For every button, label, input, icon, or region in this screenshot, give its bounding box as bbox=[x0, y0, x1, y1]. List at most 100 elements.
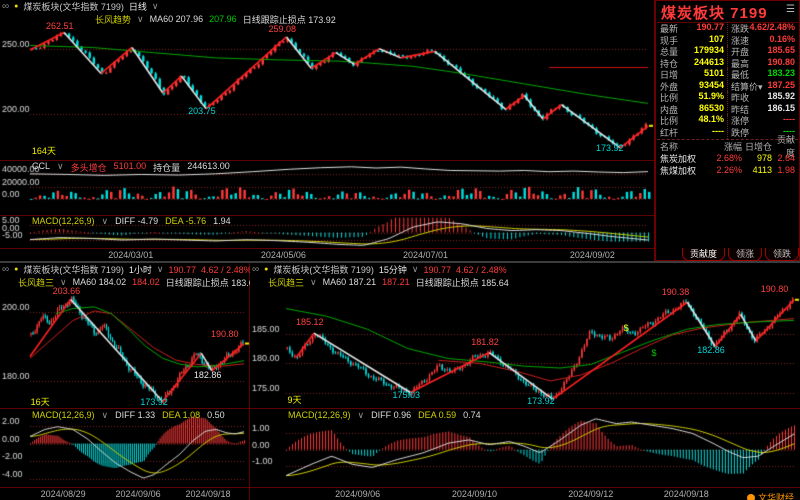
indicator-item[interactable]: 日线跟踪止损点 183.62 bbox=[166, 276, 259, 289]
price-annotation: 175.03 bbox=[392, 390, 420, 400]
indicator-item[interactable]: MA60 184.02 bbox=[73, 277, 127, 287]
table-row[interactable]: 焦炭加权2.68%9782.64 bbox=[657, 152, 798, 164]
hourly-x-axis: 2024/08/292024/09/062024/09/18 bbox=[0, 487, 249, 499]
price-annotation: 181.82 bbox=[471, 337, 499, 347]
x-tick-label: 2024/07/01 bbox=[396, 250, 456, 260]
macd-header-item[interactable]: DIFF 1.33 bbox=[115, 410, 155, 421]
macd-header-item[interactable]: MACD(12,26,9) bbox=[32, 216, 95, 227]
ccl-header-item[interactable]: 持仓量 bbox=[153, 161, 180, 174]
quote-tab[interactable]: 领跌 bbox=[765, 248, 799, 261]
daily-ccl-header[interactable]: CCL ∨ 多头增仓 5101.00 持仓量 244613.00 bbox=[32, 161, 230, 174]
table-row[interactable]: 焦煤加权2.26%41131.98 bbox=[657, 164, 798, 176]
indicator-item[interactable]: ∨ bbox=[137, 14, 144, 25]
macd-header-item[interactable]: ∨ bbox=[102, 410, 109, 421]
ccl-header-item[interactable]: 244613.00 bbox=[187, 161, 230, 174]
menu-icon[interactable]: ☰ bbox=[786, 4, 795, 15]
vendor-logo-icon bbox=[747, 494, 755, 500]
header-item[interactable]: 190.77 bbox=[169, 265, 197, 275]
quote-tab[interactable]: 领涨 bbox=[728, 248, 762, 261]
m15-indicator-row[interactable]: 长风趋三 ∨ MA60 187.21 187.21 日线跟踪止损点 185.64 bbox=[268, 276, 509, 288]
table-header-row: 名称涨幅日增仓贡献度 bbox=[657, 140, 798, 152]
macd-header-item[interactable]: DIFF -4.79 bbox=[115, 216, 158, 227]
indicator-item[interactable]: 长风趋三 bbox=[18, 276, 54, 289]
daily-indicator-row[interactable]: 长风趋势∨MA60 207.96207.96日线跟踪止损点 173.92 bbox=[95, 13, 336, 25]
daily-price-canvas[interactable] bbox=[0, 26, 654, 160]
x-tick-label: 2024/09/02 bbox=[562, 250, 622, 260]
price-annotation: 259.08 bbox=[268, 24, 296, 34]
change-pct: 2.68% bbox=[708, 153, 742, 163]
macd-header-item[interactable]: 0.74 bbox=[463, 410, 481, 421]
macd-header-item[interactable]: DEA -5.76 bbox=[165, 216, 206, 227]
indicator-item[interactable]: 187.21 bbox=[382, 277, 410, 287]
x-tick-label: 2024/09/06 bbox=[328, 489, 388, 499]
m15-chart-header: ∞ ● 煤炭板块(文华指数 7199) 15分钟 ∨ 190.77 4.62 / 2.4… bbox=[252, 263, 507, 276]
contribution: 1.98 bbox=[772, 165, 795, 175]
header-item[interactable]: 煤炭板块(文华指数 7199) bbox=[23, 0, 124, 13]
indicator-item[interactable]: MA60 207.96 bbox=[150, 14, 204, 24]
link-icon[interactable]: ∞ bbox=[2, 264, 9, 275]
indicator-item[interactable]: 207.96 bbox=[209, 14, 237, 24]
oi-increase: 4113 bbox=[742, 165, 772, 175]
instrument-dot-icon: ● bbox=[14, 3, 18, 10]
indicator-item[interactable]: 184.02 bbox=[132, 277, 160, 287]
header-item[interactable]: 15分钟 bbox=[379, 263, 407, 276]
macd-header-item[interactable]: DIFF 0.96 bbox=[371, 410, 411, 421]
change-pct: 2.26% bbox=[708, 165, 742, 175]
indicator-item[interactable]: 日线跟踪止损点 185.64 bbox=[416, 276, 509, 289]
macd-header-item[interactable]: MACD(12,26,9) bbox=[288, 410, 351, 421]
header-item[interactable]: 190.77 bbox=[424, 265, 452, 275]
quote-label: 跌停 bbox=[731, 126, 749, 139]
macd-header-item[interactable]: 0.50 bbox=[207, 410, 225, 421]
instrument-dot-icon: ● bbox=[264, 266, 268, 273]
indicator-item[interactable]: ∨ bbox=[310, 277, 317, 288]
macd-header-item[interactable]: ∨ bbox=[358, 410, 365, 421]
header-item[interactable]: 煤炭板块(文华指数 7199) bbox=[273, 263, 374, 276]
trading-app-window: ∞ ● 煤炭板块(文华指数 7199)日线∨ 长风趋势∨MA60 207.962… bbox=[0, 0, 800, 500]
x-tick-label: 2024/09/10 bbox=[444, 489, 504, 499]
daily-macd-header[interactable]: MACD(12,26,9) ∨ DIFF -4.79 DEA -5.76 1.94 bbox=[32, 216, 231, 227]
header-item[interactable]: 日线 bbox=[129, 0, 147, 13]
ccl-header-item[interactable]: CCL bbox=[32, 161, 50, 174]
hourly-chart-panel: ∞ ● 煤炭板块(文华指数 7199)1小时∨190.774.62 / 2.48… bbox=[0, 263, 250, 500]
header-item[interactable]: 4.62 / 2.48% bbox=[201, 265, 252, 275]
header-item[interactable]: 1小时 bbox=[129, 263, 152, 276]
quote-tab[interactable]: 贡献度 bbox=[682, 248, 725, 261]
quote-panel: 煤炭板块 7199 ☰ 最新190.77涨跌4.62/2.48%现手107涨速0… bbox=[655, 0, 800, 261]
price-annotation: 164天 bbox=[32, 144, 56, 157]
m15-chart-panel: ∞ ● 煤炭板块(文华指数 7199) 15分钟 ∨ 190.77 4.62 / 2.4… bbox=[250, 263, 800, 500]
price-annotation: 203.75 bbox=[188, 106, 216, 116]
quote-title: 煤炭板块 7199 bbox=[661, 2, 768, 23]
table-header-cell[interactable]: 涨幅 bbox=[708, 140, 742, 153]
macd-header-item[interactable]: MACD(12,26,9) bbox=[32, 410, 95, 421]
link-icon[interactable]: ∞ bbox=[252, 264, 259, 275]
header-item[interactable]: ∨ bbox=[412, 264, 419, 275]
price-annotation: 190.38 bbox=[662, 287, 690, 297]
indicator-item[interactable]: 长风趋三 bbox=[268, 276, 304, 289]
link-icon[interactable]: ∞ bbox=[2, 1, 9, 12]
header-item[interactable]: ∨ bbox=[152, 1, 159, 12]
hourly-macd-header[interactable]: MACD(12,26,9) ∨ DIFF 1.33 DEA 1.08 0.50 bbox=[32, 410, 225, 421]
m15-x-axis: 2024/09/062024/09/102024/09/122024/09/18 bbox=[250, 487, 800, 499]
indicator-item[interactable]: MA60 187.21 bbox=[323, 277, 377, 287]
hourly-price-canvas[interactable] bbox=[0, 288, 250, 408]
macd-header-item[interactable]: DEA 1.08 bbox=[162, 410, 200, 421]
ccl-header-item[interactable]: ∨ bbox=[57, 161, 64, 174]
header-item[interactable]: 4.62 / 2.48% bbox=[456, 265, 507, 275]
price-annotation: 173.92 bbox=[527, 396, 555, 406]
x-tick-label: 2024/09/06 bbox=[108, 489, 168, 499]
price-annotation: 262.51 bbox=[46, 21, 74, 31]
ccl-header-item[interactable]: 多头增仓 bbox=[71, 161, 107, 174]
m15-macd-header[interactable]: MACD(12,26,9) ∨ DIFF 0.96 DEA 0.59 0.74 bbox=[288, 410, 481, 421]
price-annotation: 9天 bbox=[288, 393, 302, 406]
macd-header-item[interactable]: ∨ bbox=[102, 216, 109, 227]
contract-name: 焦煤加权 bbox=[660, 164, 708, 177]
price-annotation: $ bbox=[624, 323, 629, 333]
table-header-cell[interactable]: 日增仓 bbox=[742, 140, 772, 153]
indicator-item[interactable]: 长风趋势 bbox=[95, 13, 131, 26]
macd-header-item[interactable]: 1.94 bbox=[213, 216, 231, 227]
ccl-header-item[interactable]: 5101.00 bbox=[114, 161, 147, 174]
quote-label: 红杆 bbox=[660, 126, 678, 139]
header-item[interactable]: 煤炭板块(文华指数 7199) bbox=[23, 263, 124, 276]
macd-header-item[interactable]: DEA 0.59 bbox=[418, 410, 456, 421]
header-item[interactable]: ∨ bbox=[157, 264, 164, 275]
